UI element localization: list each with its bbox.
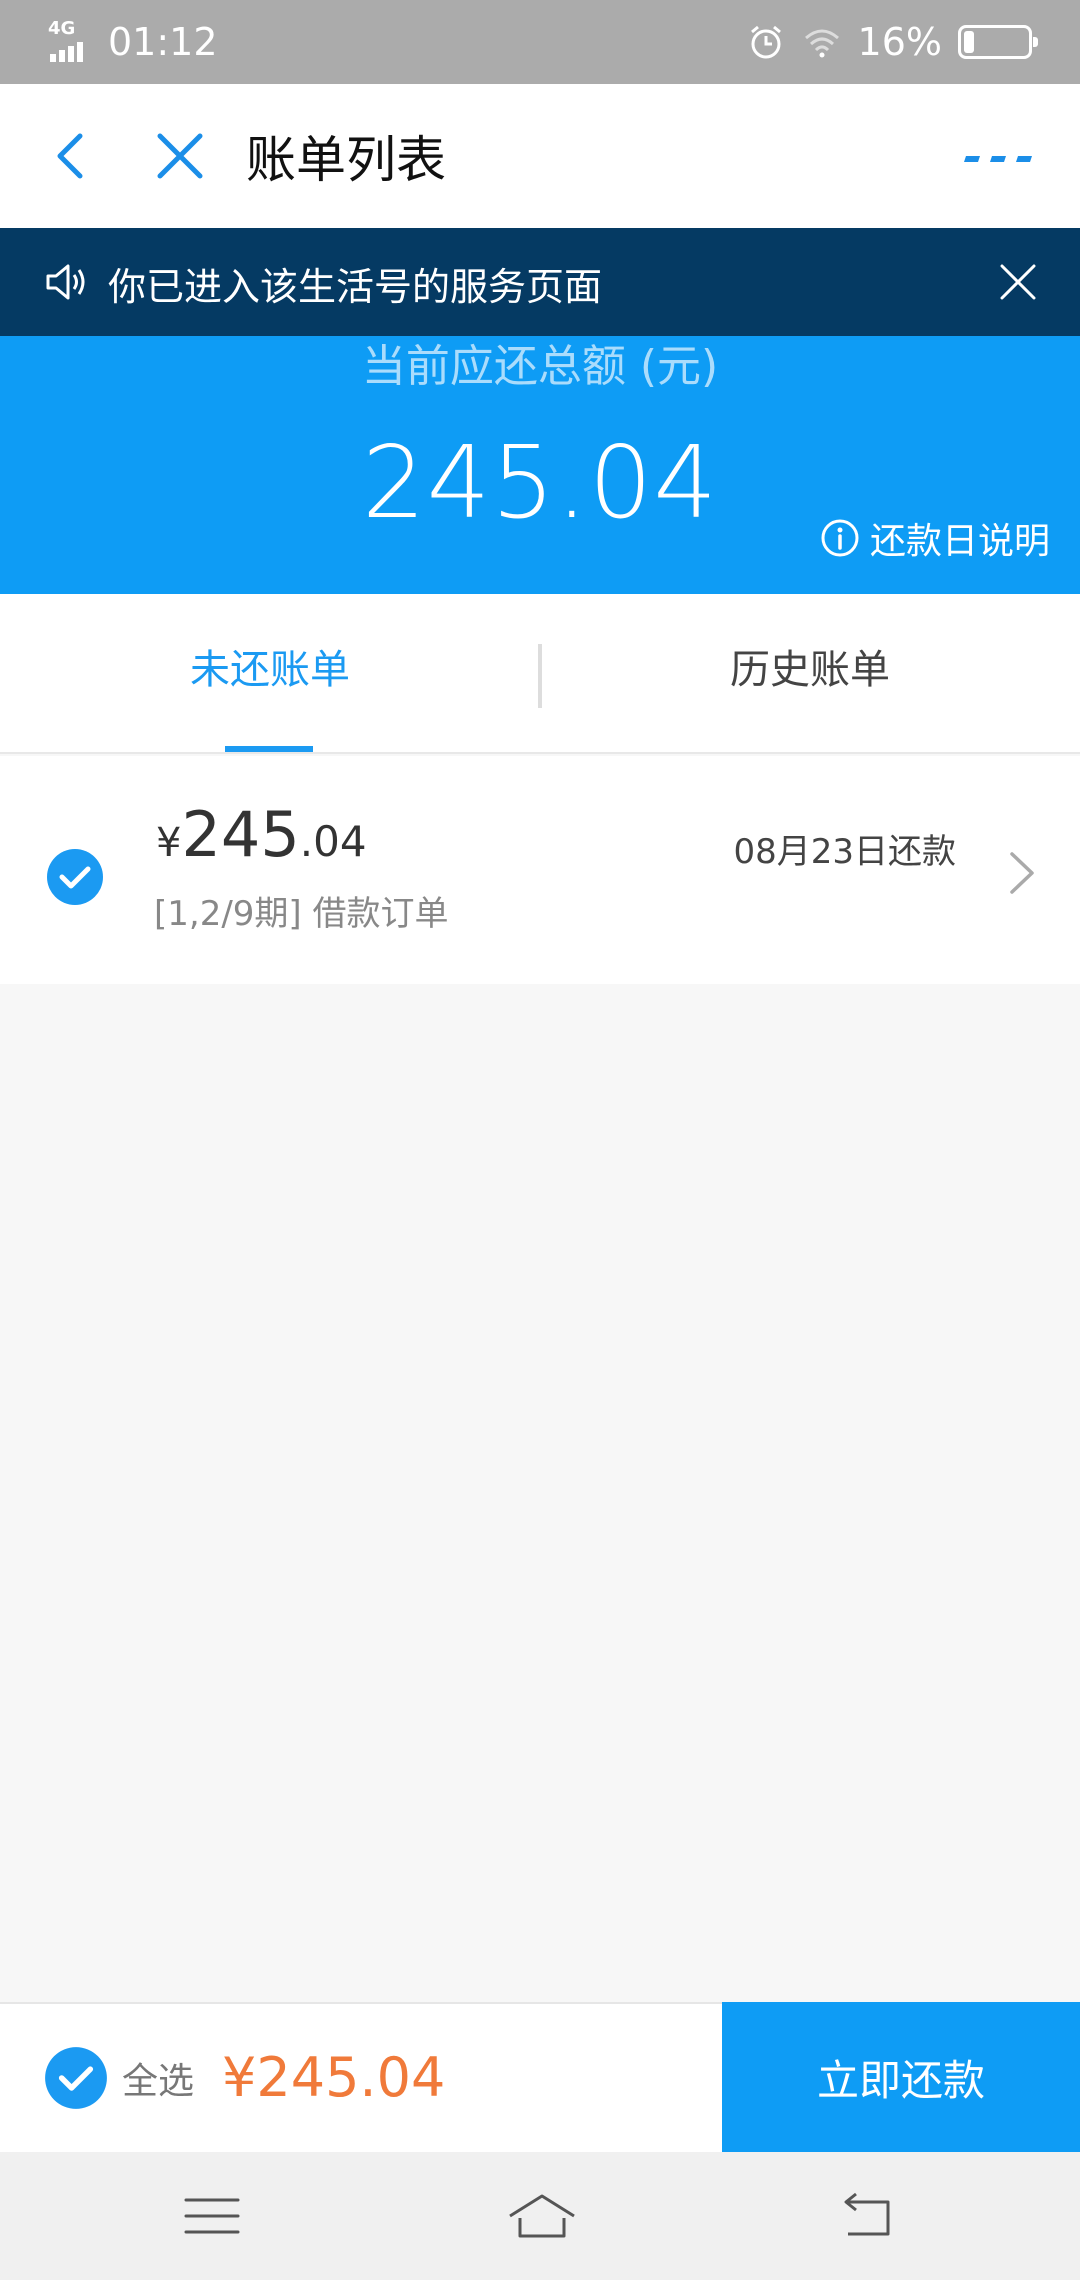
wifi-icon bbox=[804, 29, 839, 58]
check-circle-icon bbox=[45, 2047, 107, 2109]
system-nav-bar bbox=[0, 2152, 1080, 2280]
status-right: 16% bbox=[746, 20, 1038, 64]
bill-amount-decimal: .04 bbox=[299, 817, 367, 866]
network-type: 4G bbox=[48, 18, 76, 39]
battery-percent: 16% bbox=[857, 20, 942, 64]
repay-date-info-link[interactable]: 还款日说明 bbox=[820, 512, 1050, 564]
check-circle-icon bbox=[47, 849, 103, 905]
summary-panel: 当前应还总额 (元) 245.04 还款日说明 bbox=[0, 336, 1080, 594]
status-bar: 4G 01:12 16% bbox=[0, 0, 1080, 84]
page: 4G 01:12 16% 账单列表 你已进入该生活号的服务页面 当前应还总额 (… bbox=[0, 0, 1080, 2280]
bill-amount: ¥245.04 bbox=[156, 798, 367, 871]
chevron-right-icon bbox=[1010, 852, 1034, 894]
select-all-label: 全选 bbox=[122, 2061, 195, 2102]
tab-history-bills[interactable]: 历史账单 bbox=[540, 594, 1080, 754]
pay-now-button[interactable]: 立即还款 bbox=[722, 2002, 1080, 2152]
tab-active-indicator bbox=[225, 746, 313, 752]
repay-info-label: 还款日说明 bbox=[869, 521, 1050, 562]
status-left: 4G 01:12 bbox=[48, 18, 218, 64]
bill-tabs: 未还账单 历史账单 bbox=[0, 594, 1080, 754]
bill-amount-integer: 245 bbox=[181, 798, 300, 871]
notice-bar: 你已进入该生活号的服务页面 bbox=[0, 228, 1080, 336]
footer-total-amount: ¥245.04 bbox=[222, 2046, 446, 2109]
page-title: 账单列表 bbox=[246, 131, 446, 189]
notice-text: 你已进入该生活号的服务页面 bbox=[108, 265, 603, 309]
menu-icon[interactable] bbox=[182, 2188, 242, 2244]
bill-list-item[interactable]: ¥245.04 [1,2/9期] 借款订单 08月23日还款 bbox=[0, 756, 1080, 984]
bill-description: [1,2/9期] 借款订单 bbox=[154, 894, 449, 934]
bill-currency: ¥ bbox=[156, 820, 182, 866]
alarm-icon bbox=[750, 25, 781, 59]
bill-checkbox[interactable] bbox=[46, 848, 104, 910]
close-icon[interactable] bbox=[148, 124, 212, 188]
home-icon[interactable] bbox=[506, 2188, 578, 2244]
tab-unpaid-bills[interactable]: 未还账单 bbox=[0, 594, 540, 754]
back-icon[interactable] bbox=[40, 124, 104, 188]
bill-due-date: 08月23日还款 bbox=[733, 832, 956, 872]
notice-close-icon[interactable] bbox=[992, 256, 1044, 308]
info-icon bbox=[821, 519, 859, 557]
title-bar: 账单列表 bbox=[0, 84, 1080, 228]
signal-icon: 4G bbox=[48, 18, 92, 64]
battery-icon bbox=[958, 25, 1038, 59]
clock: 01:12 bbox=[108, 20, 218, 64]
back-nav-icon[interactable] bbox=[838, 2188, 898, 2244]
summary-label: 当前应还总额 (元) bbox=[361, 341, 719, 392]
more-icon[interactable] bbox=[960, 128, 1040, 184]
battery-fill bbox=[964, 31, 974, 53]
footer-action-bar: 全选 ¥245.04 立即还款 bbox=[0, 2002, 1080, 2152]
speaker-icon bbox=[46, 264, 85, 300]
select-all-checkbox[interactable]: 全选 bbox=[44, 2046, 194, 2110]
